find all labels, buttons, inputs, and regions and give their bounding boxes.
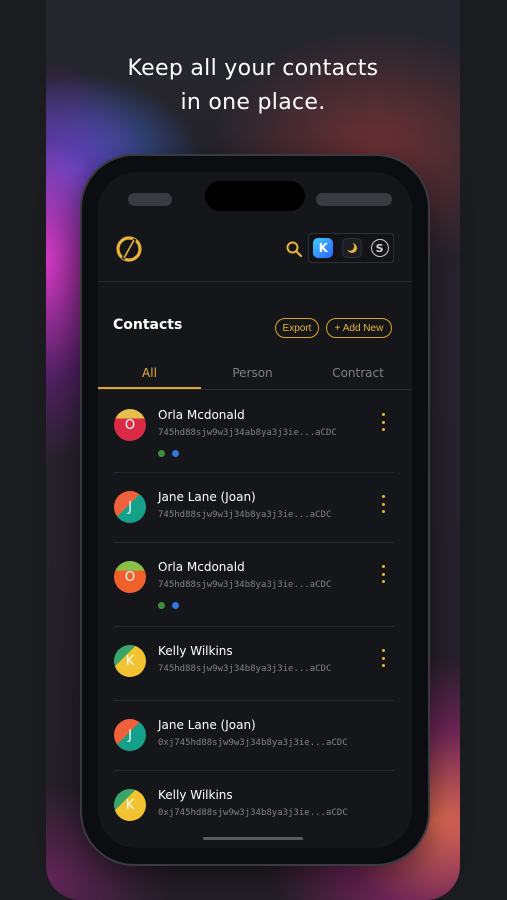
kebab-dot	[381, 572, 385, 576]
wallet-logo-icon[interactable]	[114, 234, 144, 264]
tag-dot-blue	[172, 602, 179, 609]
tag-dot-green	[158, 602, 165, 609]
phone-frame: K S Contacts Export + Add New All Person…	[82, 156, 428, 864]
kebab-dot	[381, 413, 385, 416]
kebab-dot	[381, 420, 385, 424]
contact-tags	[158, 602, 179, 609]
contact-name: Jane Lane (Joan)	[158, 718, 256, 732]
headline-line-2: in one place.	[180, 90, 326, 115]
contact-avatar: J	[114, 491, 146, 523]
search-icon[interactable]	[285, 240, 303, 258]
status-bar-left	[128, 193, 172, 206]
contact-address: 745hd88sjw9w3j34b8ya3j3ie...aCDC	[158, 664, 332, 674]
headline: Keep all your contacts in one place.	[46, 52, 460, 120]
avatar-initial: O	[124, 417, 136, 433]
contact-avatar: O	[114, 409, 146, 441]
kebab-dot	[381, 428, 385, 431]
contact-name: Orla Mcdonald	[158, 408, 245, 422]
k-account-icon[interactable]: K	[313, 238, 334, 258]
kebab-dot	[381, 649, 385, 652]
kebab-dot	[381, 510, 385, 513]
kebab-dot	[381, 664, 385, 667]
home-indicator	[203, 837, 303, 840]
contact-avatar: K	[114, 789, 146, 821]
more-options-icon[interactable]	[378, 495, 388, 513]
s-account-icon[interactable]: S	[370, 239, 389, 257]
contact-avatar: O	[114, 561, 146, 593]
more-options-icon[interactable]	[378, 649, 388, 667]
contact-address: 0xj745hd88sjw9w3j34b8ya3j3ie...aCDC	[158, 738, 348, 748]
active-tab-indicator	[98, 387, 201, 389]
avatar-initial: O	[124, 569, 136, 585]
kebab-dot	[381, 565, 385, 568]
sun-account-icon[interactable]	[341, 238, 362, 258]
tab-all[interactable]: All	[98, 356, 201, 389]
contact-type-tabs: All Person Contract	[98, 356, 412, 390]
headline-line-1: Keep all your contacts	[127, 56, 379, 81]
contact-tags	[158, 450, 179, 457]
kebab-dot	[381, 495, 385, 498]
more-options-icon[interactable]	[378, 565, 388, 583]
add-new-button[interactable]: + Add New	[326, 318, 392, 338]
contact-address: 745hd88sjw9w3j34b8ya3j3ie...aCDC	[158, 510, 332, 520]
contact-row[interactable]: K Kelly Wilkins 0xj745hd88sjw9w3j34b8ya3j3…	[98, 771, 412, 841]
account-switcher: K S	[308, 233, 394, 263]
contact-row[interactable]: K Kelly Wilkins 745hd88sjw9w3j34b8ya3j3ie.…	[98, 627, 412, 701]
contacts-title: Contacts	[113, 317, 183, 333]
kebab-dot	[381, 580, 385, 583]
avatar-initial: K	[125, 653, 135, 669]
tabs-divider	[98, 389, 412, 390]
contact-row[interactable]: J Jane Lane (Joan) 0xj745hd88sjw9w3j34b8ya…	[98, 701, 412, 771]
tag-dot-green	[158, 450, 165, 457]
header-divider	[98, 281, 412, 282]
dynamic-island	[205, 181, 305, 211]
tab-contract[interactable]: Contract	[304, 356, 412, 389]
kebab-dot	[381, 502, 385, 506]
contact-name: Kelly Wilkins	[158, 788, 233, 802]
contact-address: 0xj745hd88sjw9w3j34b8ya3j3ie...aCDC	[158, 808, 348, 818]
contact-row[interactable]: J Jane Lane (Joan) 745hd88sjw9w3j34b8ya3j3…	[98, 473, 412, 543]
contact-avatar: J	[114, 719, 146, 751]
contact-avatar: K	[114, 645, 146, 677]
contact-address: 745hd88sjw9w3j34ab8ya3j3ie...aCDC	[158, 428, 337, 438]
contact-row[interactable]: O Orla Mcdonald 745hd88sjw9w3j34b8ya3j3ie.…	[98, 543, 412, 627]
avatar-initial: J	[128, 727, 132, 743]
app-screen: K S Contacts Export + Add New All Person…	[98, 172, 412, 848]
export-button[interactable]: Export	[275, 318, 319, 338]
kebab-dot	[381, 656, 385, 660]
avatar-initial: J	[128, 499, 132, 515]
status-bar-right	[316, 193, 392, 206]
k-account-label: K	[318, 241, 328, 255]
contact-address: 745hd88sjw9w3j34b8ya3j3ie...aCDC	[158, 580, 332, 590]
contact-name: Orla Mcdonald	[158, 560, 245, 574]
tab-person[interactable]: Person	[201, 356, 304, 389]
contact-name: Kelly Wilkins	[158, 644, 233, 658]
contact-name: Jane Lane (Joan)	[158, 490, 256, 504]
tag-dot-blue	[172, 450, 179, 457]
contact-row[interactable]: O Orla Mcdonald 745hd88sjw9w3j34ab8ya3j3ie…	[98, 391, 412, 473]
more-options-icon[interactable]	[378, 413, 388, 431]
s-account-label: S	[375, 241, 384, 255]
avatar-initial: K	[125, 797, 135, 813]
